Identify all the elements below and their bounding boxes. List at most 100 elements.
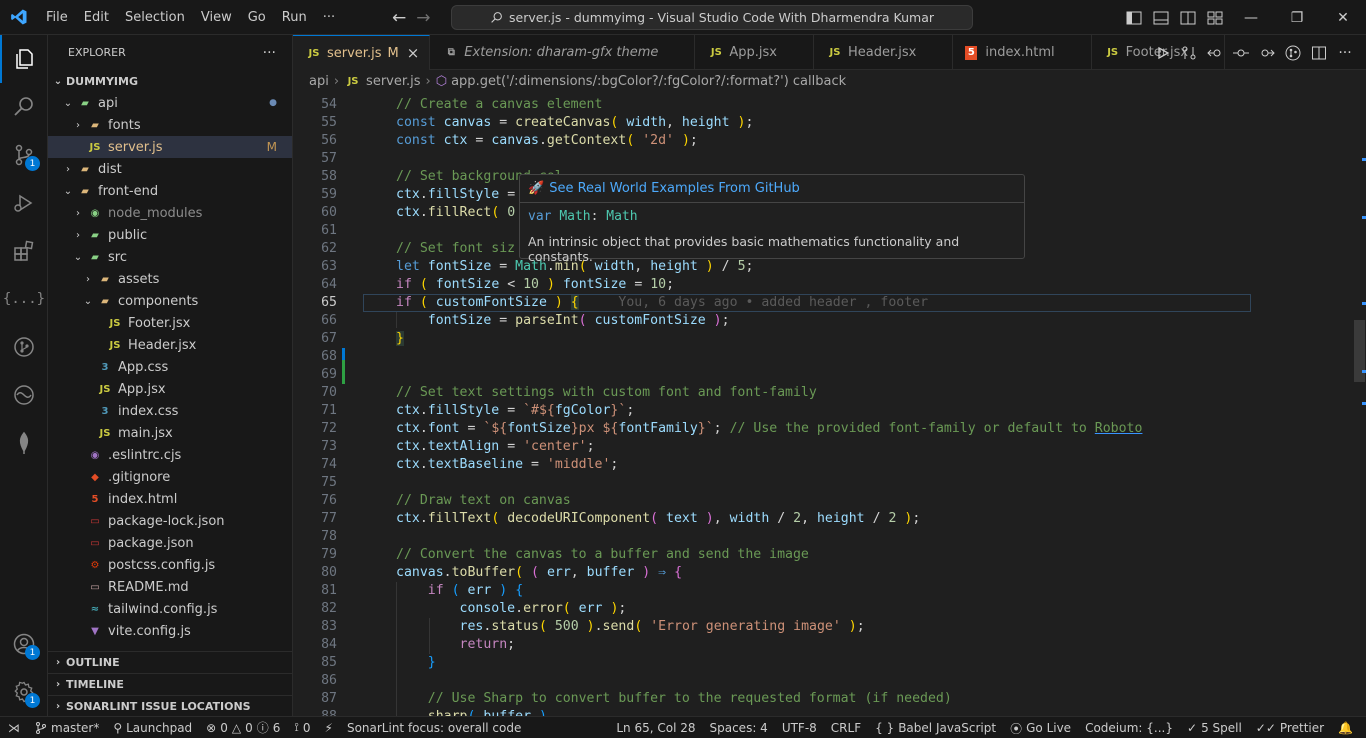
- tree-item-dist[interactable]: › ▰ dist: [48, 158, 292, 180]
- commit-icon[interactable]: [1228, 35, 1254, 70]
- source-control-icon[interactable]: 1: [0, 131, 48, 179]
- tree-item-package-json[interactable]: ▭ package.json: [48, 532, 292, 554]
- tab-server-js[interactable]: JS server.js M ×: [293, 35, 431, 70]
- tree-item-front-end[interactable]: ⌄ ▰ front-end: [48, 180, 292, 202]
- tree-item-header-jsx[interactable]: JS Header.jsx: [48, 334, 292, 356]
- prettier-button[interactable]: ✓✓ Prettier: [1249, 717, 1331, 738]
- tree-item-server-js[interactable]: JS server.js M: [48, 136, 292, 158]
- command-center-search[interactable]: server.js - dummyimg - Visual Studio Cod…: [451, 5, 973, 30]
- tree-item-footer-jsx[interactable]: JS Footer.jsx: [48, 312, 292, 334]
- timeline-section[interactable]: › TIMELINE: [48, 673, 292, 695]
- indentation[interactable]: Spaces: 4: [703, 717, 775, 738]
- toggle-panel-icon[interactable]: [1147, 0, 1174, 35]
- git-graph-icon[interactable]: [0, 323, 48, 371]
- tab-extension-dharam-gfx-theme[interactable]: ⧉ Extension: dharam-gfx theme: [430, 35, 696, 70]
- tree-item-assets[interactable]: › ▰ assets: [48, 268, 292, 290]
- outline-section[interactable]: › OUTLINE: [48, 651, 292, 673]
- end-of-line[interactable]: CRLF: [824, 717, 868, 738]
- tab-index-html[interactable]: 5 index.html: [953, 35, 1092, 70]
- encoding[interactable]: UTF-8: [775, 717, 824, 738]
- tree-item-index-html[interactable]: 5 index.html: [48, 488, 292, 510]
- extensions-icon[interactable]: [0, 227, 48, 275]
- breadcrumb-folder[interactable]: api: [309, 74, 329, 89]
- go-live-icon[interactable]: [0, 371, 48, 419]
- notifications-bell-icon[interactable]: 🔔: [1331, 717, 1360, 738]
- tree-item-gitignore[interactable]: ◆ .gitignore: [48, 466, 292, 488]
- minimize-button[interactable]: —: [1228, 0, 1274, 35]
- hover-link-text[interactable]: See Real World Examples From GitHub: [549, 181, 800, 196]
- code-line: ctx.fillStyle =: [396, 187, 524, 202]
- menu-run[interactable]: Run: [274, 0, 315, 35]
- more-actions-icon[interactable]: ···: [1332, 35, 1358, 70]
- search-icon[interactable]: [0, 83, 48, 131]
- tree-item-app-css[interactable]: 3 App.css: [48, 356, 292, 378]
- tree-item-eslintrc-cjs[interactable]: ◉ .eslintrc.cjs: [48, 444, 292, 466]
- branch-indicator[interactable]: master*: [28, 717, 106, 738]
- customize-layout-icon[interactable]: [1201, 0, 1228, 35]
- menu-edit[interactable]: Edit: [76, 0, 117, 35]
- codeium-status[interactable]: Codeium: {...}: [1078, 717, 1180, 738]
- toggle-secondary-sidebar-icon[interactable]: [1174, 0, 1201, 35]
- menu-more[interactable]: ···: [315, 0, 343, 35]
- mongodb-leaf-icon[interactable]: [0, 419, 48, 467]
- go-forward-change-icon[interactable]: [1254, 35, 1280, 70]
- menu-view[interactable]: View: [193, 0, 240, 35]
- json-braces-icon[interactable]: {...}: [0, 275, 48, 323]
- hover-link[interactable]: 🚀 See Real World Examples From GitHub: [520, 175, 1024, 203]
- tree-item-fonts[interactable]: › ▰ fonts: [48, 114, 292, 136]
- forward-arrow-icon[interactable]: →: [416, 8, 430, 28]
- toggle-primary-sidebar-icon[interactable]: [1120, 0, 1147, 35]
- sonarlint-section[interactable]: › SONARLINT ISSUE LOCATIONS: [48, 695, 292, 716]
- remote-indicator[interactable]: ⋊: [0, 717, 28, 738]
- gitlens-icon[interactable]: [1280, 35, 1306, 70]
- code-line: const ctx = canvas.getContext( '2d' );: [396, 133, 698, 148]
- ports-indicator[interactable]: ⟟ 0: [287, 717, 317, 738]
- restore-button[interactable]: ❐: [1274, 0, 1320, 35]
- editor-vertical-scrollbar[interactable]: [1353, 92, 1366, 716]
- accounts-icon[interactable]: 1: [0, 620, 48, 668]
- compare-changes-icon[interactable]: [1176, 35, 1202, 70]
- back-arrow-icon[interactable]: ←: [392, 8, 406, 28]
- tree-item-public[interactable]: › ▰ public: [48, 224, 292, 246]
- problems-indicator[interactable]: ⊗ 0 △ 0 ⓘ 6: [199, 717, 287, 738]
- run-debug-icon[interactable]: [0, 179, 48, 227]
- close-window-button[interactable]: ✕: [1320, 0, 1366, 35]
- tree-item-readme-md[interactable]: ▭ README.md: [48, 576, 292, 598]
- line-number: 88: [293, 708, 337, 716]
- go-back-change-icon[interactable]: [1202, 35, 1228, 70]
- tab-header-jsx[interactable]: JS Header.jsx: [814, 35, 954, 70]
- sonarlint-focus[interactable]: SonarLint focus: overall code: [340, 717, 528, 738]
- go-live-button[interactable]: ⦿ Go Live: [1003, 717, 1078, 738]
- tree-item-node-modules[interactable]: › ◉ node_modules: [48, 202, 292, 224]
- tree-item-index-css[interactable]: 3 index.css: [48, 400, 292, 422]
- tree-item-src[interactable]: ⌄ ▰ src: [48, 246, 292, 268]
- tree-item-api[interactable]: ⌄ ▰ api ●: [48, 92, 292, 114]
- menu-selection[interactable]: Selection: [117, 0, 193, 35]
- spell-checker[interactable]: ✓ 5 Spell: [1180, 717, 1249, 738]
- tree-item-main-jsx[interactable]: JS main.jsx: [48, 422, 292, 444]
- tree-item-vite-config-js[interactable]: ▼ vite.config.js: [48, 620, 292, 642]
- tab-app-jsx[interactable]: JS App.jsx: [695, 35, 814, 70]
- menu-go[interactable]: Go: [240, 0, 274, 35]
- tab-close-icon[interactable]: ×: [407, 44, 420, 62]
- tree-item-package-lock-json[interactable]: ▭ package-lock.json: [48, 510, 292, 532]
- split-editor-icon[interactable]: [1306, 35, 1332, 70]
- explorer-more-icon[interactable]: ···: [263, 45, 276, 61]
- language-mode[interactable]: { } Babel JavaScript: [868, 717, 1003, 738]
- tree-item-postcss-config-js[interactable]: ⚙ postcss.config.js: [48, 554, 292, 576]
- breadcrumb-file[interactable]: server.js: [366, 74, 420, 89]
- breadcrumb-symbol[interactable]: app.get('/:dimensions/:bgColor?/:fgColor…: [451, 74, 846, 89]
- manage-gear-icon[interactable]: 1: [0, 668, 48, 716]
- src-file-icon: ▰: [91, 251, 99, 263]
- tree-item-app-jsx[interactable]: JS App.jsx: [48, 378, 292, 400]
- explorer-icon[interactable]: [0, 35, 48, 83]
- tree-item-tailwind-config-js[interactable]: ≈ tailwind.config.js: [48, 598, 292, 620]
- tree-item-components[interactable]: ⌄ ▰ components: [48, 290, 292, 312]
- cursor-position[interactable]: Ln 65, Col 28: [609, 717, 702, 738]
- launchpad-button[interactable]: ⚲ Launchpad: [106, 717, 199, 738]
- sonarlint-icon[interactable]: ⚡: [318, 717, 340, 738]
- run-play-icon[interactable]: [1150, 35, 1176, 70]
- html-file-icon: 5: [965, 45, 978, 60]
- menu-file[interactable]: File: [38, 0, 76, 35]
- project-root[interactable]: ⌄ DUMMYIMG: [48, 70, 292, 92]
